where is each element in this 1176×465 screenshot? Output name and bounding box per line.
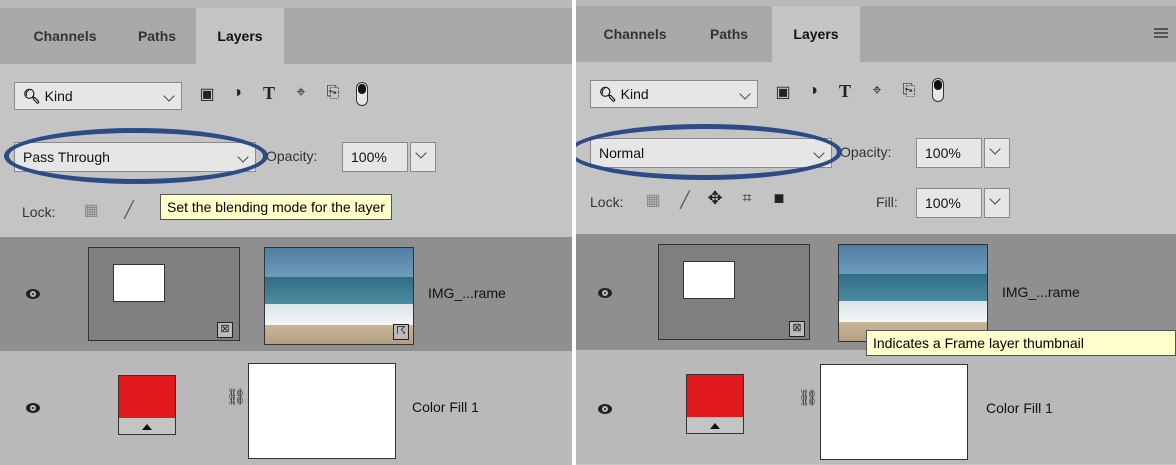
lock-label: Lock: [22, 204, 56, 220]
frame-badge-icon: ⊠ [217, 322, 233, 338]
layers-panel-left: Channels Paths Layers 🔍︎ Kind ▣ ◑ T ⌖ ⎘ … [0, 0, 572, 465]
annotation-ellipse [4, 128, 268, 184]
chevron-down-icon [739, 88, 751, 100]
smart-object-icon[interactable]: ⎘ [322, 84, 344, 102]
search-icon: 🔍︎ [23, 88, 41, 104]
frame-thumbnail[interactable]: ⊠ [88, 247, 240, 341]
chevron-down-icon [163, 90, 175, 102]
image-icon[interactable]: ▣ [772, 82, 794, 102]
chevron-down-icon [415, 147, 427, 159]
layer-row-color-fill[interactable]: ⛓︎ Color Fill 1 [0, 351, 572, 465]
opacity-label: Opacity: [840, 144, 892, 160]
artboard-icon[interactable]: ⌗ [736, 190, 758, 208]
mask-thumbnail[interactable] [248, 363, 396, 459]
fill-input[interactable]: 100% [916, 188, 982, 218]
eye-icon[interactable] [26, 403, 40, 413]
frame-thumbnail[interactable]: ⊠ [658, 244, 810, 340]
tab-paths[interactable]: Paths [694, 6, 764, 62]
filter-toggle[interactable] [932, 78, 944, 102]
eye-icon[interactable] [598, 404, 612, 414]
lock-icon[interactable]: ■ [768, 188, 790, 209]
image-thumbnail[interactable]: ☈ [264, 247, 414, 345]
tab-layers[interactable]: Layers [196, 8, 284, 64]
fill-swatch [119, 376, 175, 418]
filter-toggle[interactable] [356, 82, 368, 106]
panel-body: 🔍︎ Kind ▣ ◑ T ⌖ ⎘ Normal Opacity: 100% L… [576, 62, 1176, 465]
brush-icon[interactable]: ╱ [674, 190, 696, 210]
image-icon[interactable]: ▣ [196, 84, 218, 104]
filter-kind-label: Kind [44, 88, 73, 104]
mask-thumbnail[interactable] [820, 364, 968, 460]
layers-panel-right: Channels Paths Layers 🔍︎ Kind ▣ ◑ T ⌖ ⎘ … [576, 0, 1176, 465]
shape-icon[interactable]: ⌖ [866, 82, 888, 100]
triangle-icon [710, 423, 720, 429]
lock-transparent-icon[interactable]: ▦ [642, 190, 664, 210]
image-thumbnail[interactable] [838, 244, 988, 342]
opacity-dropdown[interactable] [984, 138, 1010, 168]
fill-dropdown[interactable] [984, 188, 1010, 218]
opacity-dropdown[interactable] [410, 142, 436, 172]
tab-layers[interactable]: Layers [772, 6, 860, 62]
chain-link-icon[interactable]: ⛓︎ [798, 388, 818, 408]
layer-row-frame[interactable]: ⊠ ☈ IMG_...rame [0, 237, 572, 351]
fill-label: Fill: [876, 194, 898, 210]
tab-paths[interactable]: Paths [122, 8, 192, 64]
opacity-input[interactable]: 100% [916, 138, 982, 168]
fill-swatch [687, 375, 743, 417]
filter-kind-select[interactable]: 🔍︎ Kind [590, 80, 758, 108]
brush-icon[interactable]: ╱ [118, 200, 140, 220]
search-icon: 🔍︎ [599, 86, 617, 102]
layer-name[interactable]: Color Fill 1 [986, 400, 1053, 416]
chain-link-icon[interactable]: ⛓︎ [226, 387, 246, 407]
layer-name[interactable]: Color Fill 1 [412, 399, 479, 415]
opacity-label: Opacity: [266, 148, 318, 164]
shape-icon[interactable]: ⌖ [290, 84, 312, 102]
tab-bar: Channels Paths Layers [576, 6, 1176, 62]
color-fill-thumbnail[interactable] [686, 374, 744, 434]
link-badge-icon: ☈ [393, 324, 409, 340]
lock-label: Lock: [590, 194, 624, 210]
triangle-icon [142, 424, 152, 430]
tab-channels[interactable]: Channels [580, 6, 690, 62]
color-fill-thumbnail[interactable] [118, 375, 176, 435]
layer-name[interactable]: IMG_...rame [428, 285, 506, 301]
filter-kind-label: Kind [620, 86, 649, 102]
layer-name[interactable]: IMG_...rame [1002, 284, 1080, 300]
lock-transparent-icon[interactable]: ▦ [80, 200, 102, 220]
move-icon[interactable]: ✥ [704, 188, 726, 209]
eye-icon[interactable] [598, 288, 612, 298]
type-icon[interactable]: T [834, 81, 856, 102]
chevron-down-icon [989, 193, 1001, 205]
adjustment-icon[interactable]: ◑ [226, 84, 248, 102]
panel-menu-icon[interactable] [1154, 28, 1168, 38]
eye-icon[interactable] [26, 289, 40, 299]
tooltip: Set the blending mode for the layer [160, 194, 392, 220]
type-icon[interactable]: T [258, 83, 280, 104]
tooltip: Indicates a Frame layer thumbnail [866, 330, 1176, 356]
annotation-ellipse [576, 124, 842, 180]
chevron-down-icon [989, 143, 1001, 155]
filter-kind-select[interactable]: 🔍︎ Kind [14, 82, 182, 110]
tab-channels[interactable]: Channels [10, 8, 120, 64]
frame-badge-icon: ⊠ [789, 321, 805, 337]
opacity-input[interactable]: 100% [342, 142, 408, 172]
panel-body: 🔍︎ Kind ▣ ◑ T ⌖ ⎘ Pass Through Opacity: … [0, 64, 572, 465]
smart-object-icon[interactable]: ⎘ [898, 82, 920, 100]
tab-bar: Channels Paths Layers [0, 8, 572, 64]
layer-row-color-fill[interactable]: ⛓︎ Color Fill 1 [576, 350, 1176, 464]
adjustment-icon[interactable]: ◑ [802, 82, 824, 100]
